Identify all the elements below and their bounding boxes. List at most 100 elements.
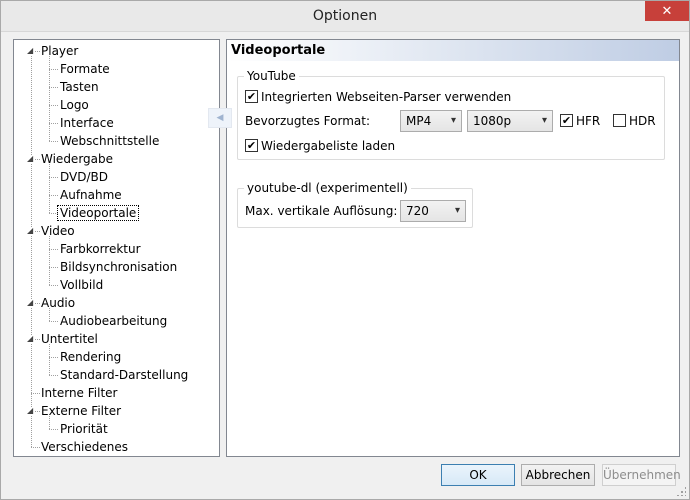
tree-expander-icon[interactable]: ◢ [27,407,35,415]
tree-item-interface[interactable]: Interface [58,114,116,132]
resolution-select-value: 1080p [473,114,512,128]
tree-connector [49,177,58,178]
tree-item-label: Tasten [60,80,99,94]
panel-title: Videoportale [227,40,679,61]
chevron-down-icon: ▾ [541,115,547,126]
tree-item-wiedergabe[interactable]: Wiedergabe [39,150,115,168]
apply-button[interactable]: Übernehmen [602,464,681,486]
hfr-label[interactable]: HFR [576,114,600,128]
tree-expander-icon[interactable]: ◢ [27,227,35,235]
tree-branch-line [49,164,50,213]
tree-connector [49,375,58,376]
tree-connector [49,285,58,286]
tree-branch-line [49,344,50,375]
window-title: Optionen [312,8,378,24]
tree-item-videoportale[interactable]: Videoportale [56,204,140,222]
tree-item-webschnittstelle[interactable]: Webschnittstelle [58,132,161,150]
options-tree[interactable]: ◢ Player Formate Tasten Logo Interface Webschn… [13,39,220,457]
hdr-checkbox[interactable] [613,114,626,127]
parser-checkbox[interactable]: ✔ [245,90,258,103]
resolution-select[interactable]: 1080p ▾ [467,110,553,132]
title-bar: Optionen ✕ [1,1,689,32]
tree-connector [49,69,58,70]
tree-item-audiobearbeitung[interactable]: Audiobearbeitung [58,312,169,330]
tree-item-formate[interactable]: Formate [58,60,112,78]
tree-item-externe-filter[interactable]: Externe Filter [39,402,123,420]
tree-item-label: Audio [41,296,76,310]
arrow-left-icon: ◀ [208,108,232,128]
tree-item-label: Bildsynchronisation [60,260,178,274]
resize-grip[interactable] [676,486,686,496]
tree-item-dvd-bd[interactable]: DVD/BD [58,168,110,186]
tree-item-standard-darstellung[interactable]: Standard-Darstellung [58,366,190,384]
tree-item-verschiedenes[interactable]: Verschiedenes [39,438,130,456]
tree-item-interne-filter[interactable]: Interne Filter [39,384,119,402]
tree-item-label: Formate [60,62,110,76]
tree-item-tasten[interactable]: Tasten [58,78,101,96]
tree-item-bildsynchronisation[interactable]: Bildsynchronisation [58,258,179,276]
tree-item-logo[interactable]: Logo [58,96,91,114]
close-icon: ✕ [661,3,673,19]
ok-button[interactable]: OK [441,464,515,486]
hfr-checkbox[interactable]: ✔ [560,114,573,127]
tree-item-label: Interface [60,116,114,130]
format-select[interactable]: MP4 ▾ [400,110,462,132]
tree-expander-icon[interactable]: ◢ [27,335,35,343]
max-resolution-value: 720 [406,204,429,218]
chevron-down-icon: ▾ [454,205,460,216]
tree-item-label: Externe Filter [41,404,122,418]
check-mark-icon: ✔ [246,90,257,103]
tree-connector [49,195,58,196]
tree-item-label: Farbkorrektur [60,242,141,256]
options-window: Optionen ✕ ◢ Player Formate Tasten Logo Inter… [0,0,690,500]
settings-panel: Videoportale YouTube ✔ Integrierten Webs… [226,39,680,457]
tree-item-label: Videoportale [56,205,140,221]
tree-connector [49,87,58,88]
tree-expander-icon[interactable]: ◢ [27,155,35,163]
tree-connector [49,249,58,250]
tree-expander-icon[interactable]: ◢ [27,47,35,55]
hdr-label[interactable]: HDR [629,114,656,128]
tree-connector [49,105,58,106]
parser-label[interactable]: Integrierten Webseiten-Parser verwenden [261,90,511,104]
tree-branch-line [49,236,50,285]
tree-item-untertitel[interactable]: Untertitel [39,330,100,348]
tree-root-line [31,51,32,447]
tree-item-label: Video [41,224,75,238]
check-mark-icon: ✔ [561,114,572,127]
close-button[interactable]: ✕ [645,1,689,21]
tree-connector [49,213,58,214]
tree-item-label: Player [41,44,79,58]
tree-connector [49,267,58,268]
tree-connector [49,357,58,358]
tree-expander-icon[interactable]: ◢ [27,299,35,307]
tree-connector [49,141,58,142]
tree-item-label: Vollbild [60,278,104,292]
chevron-down-icon: ▾ [450,115,456,126]
tree-connector [49,123,58,124]
tree-item-player[interactable]: Player [39,42,80,60]
tree-item-label: Untertitel [41,332,98,346]
youtube-group-title: YouTube [244,69,299,83]
tree-item-priorität[interactable]: Priorität [58,420,110,438]
format-select-value: MP4 [406,114,432,128]
playlist-checkbox[interactable]: ✔ [245,139,258,152]
tree-item-label: Verschiedenes [41,440,129,454]
tree-item-vollbild[interactable]: Vollbild [58,276,105,294]
tree-item-audio[interactable]: Audio [39,294,77,312]
tree-item-rendering[interactable]: Rendering [58,348,123,366]
tree-item-label: DVD/BD [60,170,108,184]
youtube-dl-group-title: youtube-dl (experimentell) [244,181,411,195]
playlist-label[interactable]: Wiedergabeliste laden [261,139,395,153]
max-resolution-select[interactable]: 720 ▾ [400,200,466,222]
tree-item-aufnahme[interactable]: Aufnahme [58,186,124,204]
tree-item-label: Wiedergabe [41,152,114,166]
tree-item-label: Standard-Darstellung [60,368,189,382]
tree-item-video[interactable]: Video [39,222,77,240]
tree-item-label: Logo [60,98,89,112]
tree-item-label: Interne Filter [41,386,118,400]
tree-item-farbkorrektur[interactable]: Farbkorrektur [58,240,143,258]
youtube-dl-group: youtube-dl (experimentell) Max. vertikal… [237,181,473,228]
cancel-button[interactable]: Abbrechen [521,464,595,486]
format-label: Bevorzugtes Format: [245,114,370,128]
